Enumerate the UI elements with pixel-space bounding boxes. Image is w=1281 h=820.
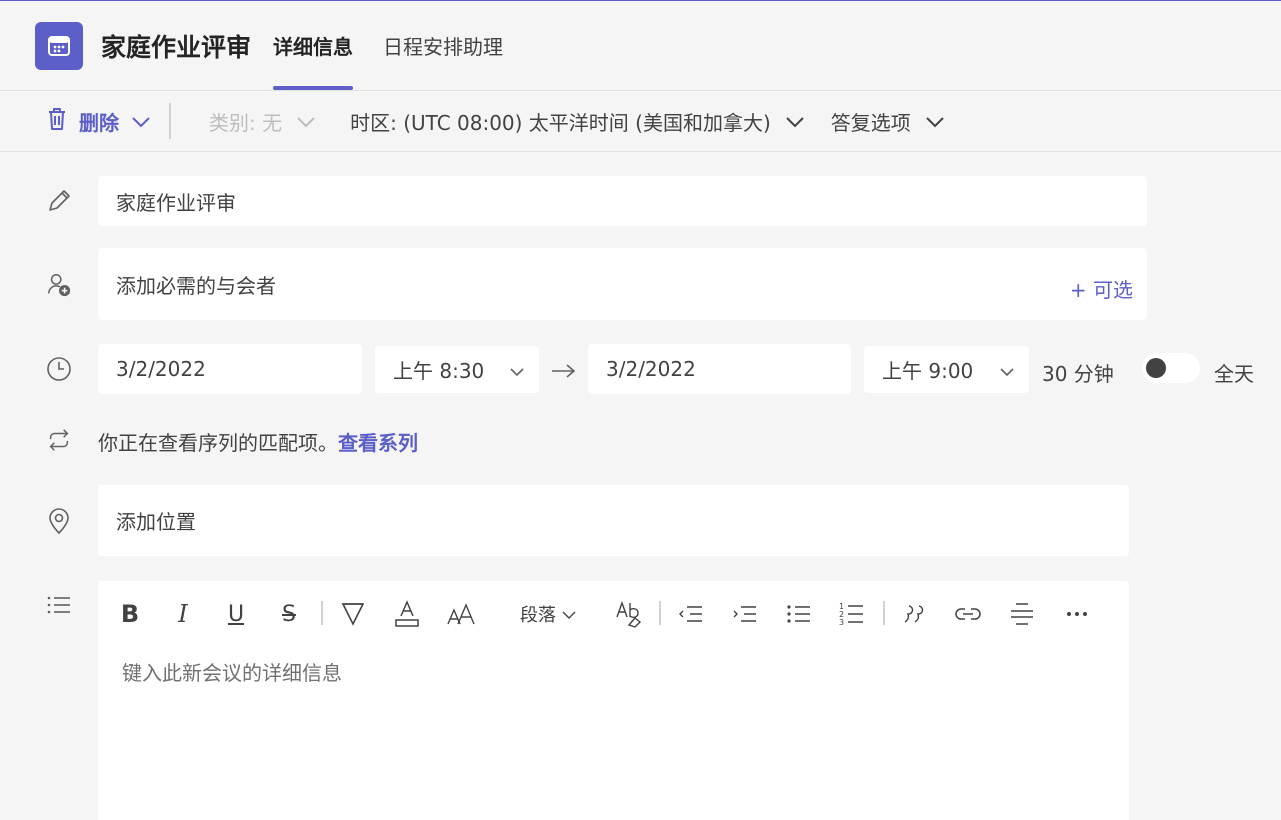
calendar-icon: [35, 21, 83, 70]
tab-details[interactable]: 详细信息: [273, 1, 354, 90]
series-notice: 你正在查看序列的匹配项。查看系列: [98, 427, 418, 456]
page-title: 家庭作业评审: [101, 32, 252, 62]
end-time-value: 上午 9:00: [882, 359, 974, 383]
response-options-label: 答复选项: [830, 110, 911, 135]
duration-label: 30 分钟: [1042, 362, 1114, 386]
quote-icon[interactable]: [902, 596, 928, 632]
end-time-dropdown[interactable]: 上午 9:00: [864, 346, 1029, 393]
chevron-down-icon: [509, 358, 525, 382]
toolbar-divider: [883, 601, 885, 625]
repeat-icon: [46, 427, 72, 453]
optional-attendees-link[interactable]: + 可选: [1070, 274, 1133, 303]
numbered-list-icon[interactable]: 123: [839, 596, 865, 632]
all-day-label: 全天: [1214, 362, 1254, 386]
start-time-value: 上午 8:30: [393, 359, 485, 383]
horizontal-rule-icon[interactable]: [1009, 596, 1035, 632]
arrow-right-icon: [551, 358, 577, 384]
timezone-label: 时区: (UTC 08:00) 太平洋时间 (美国和加拿大): [350, 110, 771, 135]
list-icon: [46, 592, 72, 618]
chevron-down-icon: [296, 109, 316, 133]
link-icon[interactable]: [954, 596, 982, 632]
start-date-picker[interactable]: 3/2/2022: [98, 344, 362, 394]
clock-icon: [46, 356, 72, 382]
chevron-down-icon: [925, 109, 945, 133]
details-editor[interactable]: B I U S 段落 123 键入此新会议的详细信息: [98, 581, 1129, 820]
strikethrough-icon[interactable]: S: [277, 596, 301, 632]
start-time-dropdown[interactable]: 上午 8:30: [375, 346, 539, 393]
more-options-icon[interactable]: [1064, 596, 1090, 632]
chevron-down-icon: [562, 604, 576, 625]
title-input[interactable]: 家庭作业评审: [98, 176, 1147, 226]
location-icon: [46, 508, 72, 535]
timezone-dropdown[interactable]: 时区: (UTC 08:00) 太平洋时间 (美国和加拿大): [350, 107, 805, 136]
toolbar-divider: [321, 601, 323, 625]
highlight-icon[interactable]: [340, 596, 366, 632]
pencil-icon: [46, 188, 72, 214]
bulleted-list-icon[interactable]: [786, 596, 812, 632]
series-text: 你正在查看序列的匹配项。: [98, 431, 338, 455]
toggle-knob: [1146, 358, 1166, 378]
add-person-icon: [46, 272, 72, 298]
italic-icon[interactable]: I: [171, 596, 195, 632]
paragraph-label: 段落: [520, 605, 556, 626]
toolbar-divider: [659, 601, 661, 625]
app-header: 家庭作业评审 详细信息 日程安排助理: [0, 1, 1281, 90]
command-toolbar: 删除 类别: 无 时区: (UTC 08:00) 太平洋时间 (美国和加拿大) …: [0, 90, 1281, 152]
view-series-link[interactable]: 查看系列: [338, 431, 418, 455]
category-label: 类别: 无: [209, 110, 283, 135]
details-placeholder: 键入此新会议的详细信息: [122, 661, 342, 685]
increase-indent-icon[interactable]: [732, 596, 758, 632]
category-dropdown[interactable]: 类别: 无: [209, 107, 316, 136]
chevron-down-icon: [785, 109, 805, 133]
font-size-icon[interactable]: [447, 596, 475, 632]
clear-formatting-icon[interactable]: [615, 596, 645, 632]
delete-button[interactable]: 删除: [45, 106, 151, 137]
trash-icon: [45, 106, 69, 137]
location-field[interactable]: 添加位置: [98, 485, 1129, 556]
chevron-down-icon[interactable]: [131, 109, 151, 133]
end-date-picker[interactable]: 3/2/2022: [588, 344, 851, 394]
toolbar-divider: [169, 103, 171, 139]
font-color-icon[interactable]: [394, 596, 420, 632]
underline-icon[interactable]: U: [224, 596, 248, 632]
all-day-toggle[interactable]: [1142, 353, 1200, 383]
attendees-field[interactable]: 添加必需的与会者 + 可选: [98, 248, 1147, 320]
paragraph-dropdown[interactable]: 段落: [515, 596, 581, 632]
tab-scheduling-assistant[interactable]: 日程安排助理: [383, 1, 503, 90]
chevron-down-icon: [999, 358, 1015, 382]
decrease-indent-icon[interactable]: [678, 596, 704, 632]
delete-label: 删除: [79, 110, 119, 135]
svg-text:3: 3: [839, 618, 844, 627]
response-options-dropdown[interactable]: 答复选项: [831, 107, 945, 136]
bold-icon[interactable]: B: [118, 596, 142, 632]
attendees-placeholder: 添加必需的与会者: [116, 273, 276, 298]
